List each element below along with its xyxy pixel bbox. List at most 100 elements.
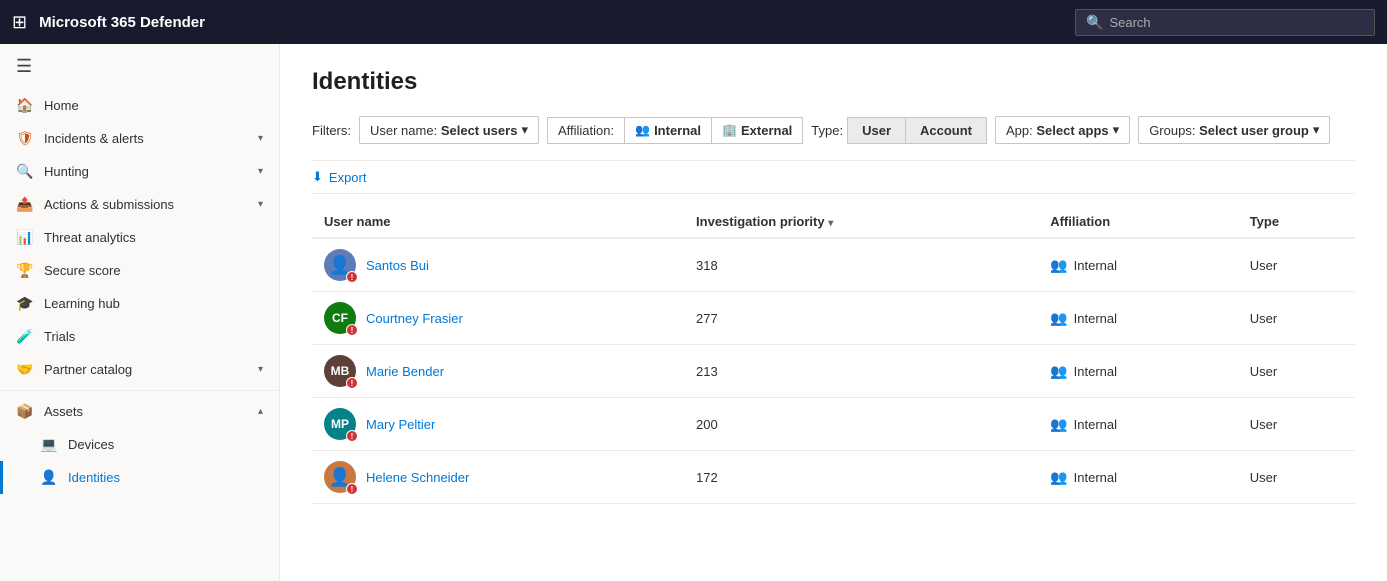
user-name-link[interactable]: Helene Schneider [366, 470, 469, 485]
sidebar-item-learning-hub[interactable]: 🎓 Learning hub [0, 287, 279, 320]
user-name-cell: 👤 ! Helene Schneider [312, 451, 684, 504]
affiliation-icon: 👥 [1050, 363, 1067, 380]
chevron-down-icon: ▾ [1113, 122, 1120, 138]
type-account-button[interactable]: Account [906, 117, 987, 144]
affiliation-filter: Affiliation: 👥 Internal 🏢 External [547, 117, 803, 144]
username-filter-button[interactable]: User name: Select users ▾ [359, 116, 539, 144]
user-name-cell: MP ! Mary Peltier [312, 398, 684, 451]
user-name-cell: 👤 ! Santos Bui [312, 238, 684, 292]
col-header-affiliation: Affiliation [1038, 206, 1237, 238]
search-box[interactable]: 🔍 [1075, 9, 1375, 36]
table-row: 👤 ! Santos Bui 318 👥 Internal User [312, 238, 1355, 292]
chevron-down-icon: ▾ [258, 166, 263, 177]
sidebar-toggle[interactable]: ☰ [0, 44, 279, 89]
priority-cell: 318 [684, 238, 1038, 292]
alert-badge: ! [346, 324, 358, 336]
groups-filter-button[interactable]: Groups: Select user group ▾ [1138, 116, 1330, 144]
alert-badge: ! [346, 483, 358, 495]
priority-cell: 213 [684, 345, 1038, 398]
search-icon: 🔍 [1086, 14, 1103, 31]
devices-icon: 💻 [40, 436, 58, 453]
identities-table: User name Investigation priority ▾ Affil… [312, 206, 1355, 504]
sidebar-item-secure-score[interactable]: 🏆 Secure score [0, 254, 279, 287]
apps-icon[interactable]: ⊞ [12, 12, 27, 33]
col-header-username: User name [312, 206, 684, 238]
affiliation-icon: 👥 [1050, 310, 1067, 327]
affiliation-value: Internal [1074, 258, 1117, 273]
type-cell: User [1238, 292, 1355, 345]
avatar-container: 👤 ! [324, 249, 356, 281]
affiliation-cell: 👥 Internal [1038, 398, 1237, 451]
app-filter-label: App: Select apps [1006, 123, 1109, 138]
sidebar-item-actions[interactable]: 📤 Actions & submissions ▾ [0, 188, 279, 221]
type-cell: User [1238, 345, 1355, 398]
filters-section: Filters: User name: Select users ▾ Affil… [312, 116, 1355, 144]
user-name-cell: MB ! Marie Bender [312, 345, 684, 398]
sidebar-item-assets[interactable]: 📦 Assets ▴ [0, 395, 279, 428]
user-name-link[interactable]: Santos Bui [366, 258, 429, 273]
sidebar-item-trials[interactable]: 🧪 Trials [0, 320, 279, 353]
table-row: CF ! Courtney Frasier 277 👥 Internal Use… [312, 292, 1355, 345]
user-name-link[interactable]: Marie Bender [366, 364, 444, 379]
sidebar-item-identities[interactable]: 👤 Identities [0, 461, 279, 494]
sidebar-item-hunting[interactable]: 🔍 Hunting ▾ [0, 155, 279, 188]
priority-cell: 172 [684, 451, 1038, 504]
app-title: Microsoft 365 Defender [39, 14, 1063, 31]
affiliation-icon: 👥 [1050, 416, 1067, 433]
col-header-priority[interactable]: Investigation priority ▾ [684, 206, 1038, 238]
alert-badge: ! [346, 430, 358, 442]
affiliation-value: Internal [1074, 470, 1117, 485]
external-affiliation-icon: 🏢 [722, 123, 737, 137]
chevron-up-icon: ▴ [258, 406, 263, 417]
export-icon: ⬇ [312, 169, 323, 185]
sidebar-item-partner-catalog[interactable]: 🤝 Partner catalog ▾ [0, 353, 279, 386]
user-name-link[interactable]: Mary Peltier [366, 417, 435, 432]
page-title: Identities [312, 68, 1355, 96]
sidebar-item-devices[interactable]: 💻 Devices [0, 428, 279, 461]
export-button[interactable]: ⬇ Export [312, 169, 366, 185]
secure-score-icon: 🏆 [16, 262, 34, 279]
type-filter-section: Type: User Account [811, 117, 987, 144]
sort-icon: ▾ [828, 218, 833, 229]
groups-filter-label: Groups: Select user group [1149, 123, 1309, 138]
type-user-button[interactable]: User [847, 117, 906, 144]
type-cell: User [1238, 451, 1355, 504]
affiliation-external-button[interactable]: 🏢 External [712, 117, 803, 144]
affiliation-value: Internal [1074, 311, 1117, 326]
priority-cell: 200 [684, 398, 1038, 451]
sidebar-item-home[interactable]: 🏠 Home [0, 89, 279, 122]
chevron-down-icon: ▾ [1313, 122, 1320, 138]
chevron-down-icon: ▾ [258, 364, 263, 375]
sidebar-item-threat-analytics[interactable]: 📊 Threat analytics [0, 221, 279, 254]
identities-icon: 👤 [40, 469, 58, 486]
search-input[interactable] [1109, 15, 1364, 30]
type-cell: User [1238, 238, 1355, 292]
avatar-container: MP ! [324, 408, 356, 440]
affiliation-label: Affiliation: [547, 117, 624, 144]
affiliation-value: Internal [1074, 417, 1117, 432]
assets-icon: 📦 [16, 403, 34, 420]
sidebar: ☰ 🏠 Home 🛡 Incidents & alerts ▾ 🔍 Huntin… [0, 44, 280, 581]
affiliation-cell: 👥 Internal [1038, 292, 1237, 345]
actions-icon: 📤 [16, 196, 34, 213]
table-row: MP ! Mary Peltier 200 👥 Internal User [312, 398, 1355, 451]
shield-icon: 🛡 [16, 130, 34, 147]
app-filter-button[interactable]: App: Select apps ▾ [995, 116, 1130, 144]
hunting-icon: 🔍 [16, 163, 34, 180]
affiliation-cell: 👥 Internal [1038, 451, 1237, 504]
avatar-container: CF ! [324, 302, 356, 334]
trials-icon: 🧪 [16, 328, 34, 345]
chevron-down-icon: ▾ [521, 122, 528, 138]
internal-affiliation-icon: 👥 [635, 123, 650, 137]
user-name-link[interactable]: Courtney Frasier [366, 311, 463, 326]
export-row: ⬇ Export [312, 160, 1355, 194]
affiliation-cell: 👥 Internal [1038, 238, 1237, 292]
partner-catalog-icon: 🤝 [16, 361, 34, 378]
filters-label: Filters: [312, 123, 351, 138]
sidebar-item-incidents[interactable]: 🛡 Incidents & alerts ▾ [0, 122, 279, 155]
affiliation-internal-button[interactable]: 👥 Internal [624, 117, 712, 144]
username-filter-label: User name: Select users [370, 123, 517, 138]
chevron-down-icon: ▾ [258, 199, 263, 210]
avatar-container: 👤 ! [324, 461, 356, 493]
avatar-container: MB ! [324, 355, 356, 387]
